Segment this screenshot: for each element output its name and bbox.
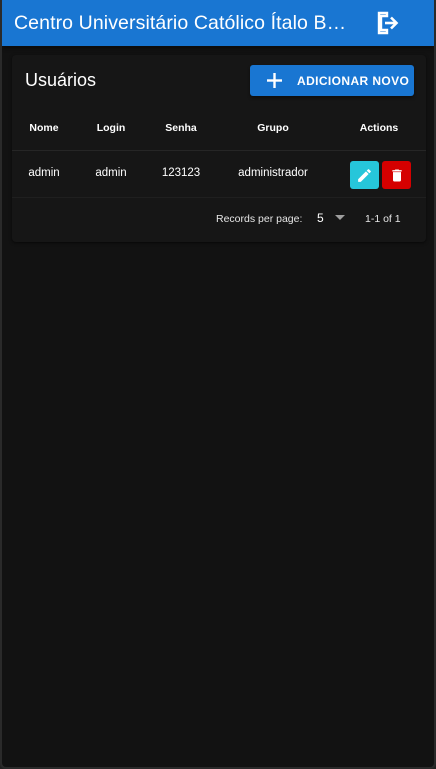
column-header-nome[interactable]: Nome (29, 122, 58, 134)
cell-grupo: administrador (238, 167, 308, 179)
cell-login: admin (95, 167, 127, 179)
chevron-down-icon (335, 215, 345, 220)
pencil-icon (358, 168, 371, 182)
edit-button[interactable] (350, 161, 379, 189)
logout-icon (377, 11, 399, 35)
rows-per-page-select[interactable]: 5 (312, 207, 350, 229)
app-bar: Centro Universitário Católico Ítalo Bras… (2, 0, 434, 46)
header-divider (12, 150, 426, 151)
pagination-range: 1-1 of 1 (365, 213, 401, 225)
rows-per-page-value: 5 (317, 211, 324, 225)
column-header-login[interactable]: Login (97, 122, 126, 134)
plus-icon (267, 73, 282, 88)
users-card: Usuários ADICIONAR NOVO Nome Login Senha… (12, 55, 426, 242)
column-header-actions: Actions (359, 122, 399, 134)
page-title: Usuários (25, 70, 97, 90)
column-header-senha[interactable]: Senha (165, 122, 197, 134)
logout-button[interactable] (371, 7, 405, 39)
rows-per-page-label: Records per page: (216, 213, 303, 225)
row-divider (12, 197, 426, 198)
cell-nome: admin (28, 167, 60, 179)
app-frame: Centro Universitário Católico Ítalo Bras… (0, 0, 436, 769)
trash-icon (391, 169, 402, 181)
column-header-grupo[interactable]: Grupo (257, 122, 289, 134)
app-title: Centro Universitário Católico Ítalo Bras… (14, 11, 352, 34)
add-new-button[interactable]: ADICIONAR NOVO (250, 65, 414, 96)
add-new-label: ADICIONAR NOVO (297, 74, 410, 88)
cell-senha: 123123 (161, 167, 201, 179)
delete-button[interactable] (382, 161, 411, 189)
